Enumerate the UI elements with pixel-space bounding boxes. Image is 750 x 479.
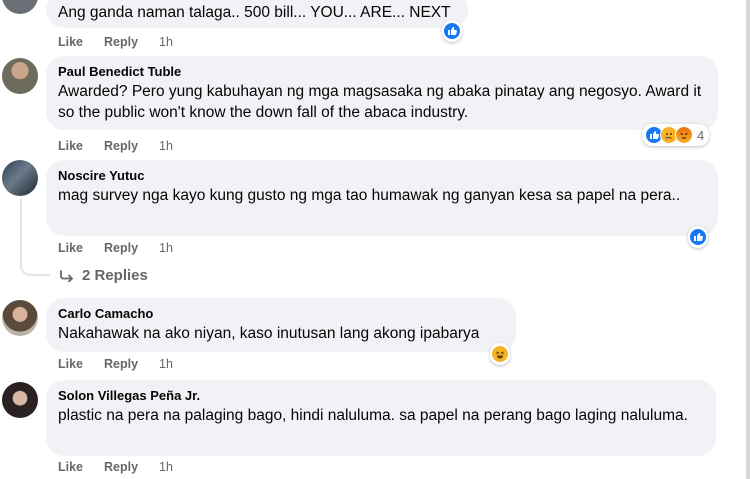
comment-bubble: Noscire Yutuc mag survey nga kayo kung g… [46,160,718,236]
avatar[interactable] [2,300,38,336]
comment-actions: Like Reply 1h [58,459,173,475]
comment-actions: Like Reply 1h [58,138,173,154]
reply-button[interactable]: Reply [104,357,138,371]
reaction-count: 4 [697,127,705,143]
like-button[interactable]: Like [58,357,83,371]
comment-text: plastic na pera na palaging bago, hindi … [58,407,688,424]
like-button[interactable]: Like [58,460,83,474]
comment-text: Awarded? Pero yung kabuhayan ng mga mags… [58,83,702,121]
scrollbar-track[interactable] [746,0,750,479]
comment-text: mag survey nga kayo kung gusto ng mga ta… [58,187,681,204]
thread-line [20,198,22,258]
like-reaction-icon [689,228,707,246]
comment-bubble: Ang ganda naman talaga.. 500 bill... YOU… [46,0,468,28]
comment-text: Nakahawak na ako niyan, kaso inutusan la… [58,325,480,342]
like-reaction-icon [443,22,461,40]
haha-reaction-icon [491,345,509,363]
reply-button[interactable]: Reply [104,139,138,153]
comment-bubble: Paul Benedict Tuble Awarded? Pero yung k… [46,56,718,130]
comment-text: Ang ganda naman talaga.. 500 bill... YOU… [58,4,451,21]
avatar[interactable] [2,160,38,196]
timestamp[interactable]: 1h [159,241,173,255]
timestamp[interactable]: 1h [159,35,173,49]
avatar[interactable] [2,58,38,94]
comment-author[interactable]: Carlo Camacho [58,306,504,322]
reaction-summary[interactable]: 4 [642,124,710,146]
comment-actions: Like Reply 1h [58,356,173,372]
avatar[interactable] [2,0,38,14]
timestamp[interactable]: 1h [159,460,173,474]
comment-actions: Like Reply 1h [58,240,173,256]
replies-label[interactable]: 2 Replies [82,267,148,284]
reaction-summary[interactable] [688,226,708,248]
like-button[interactable]: Like [58,241,83,255]
reply-button[interactable]: Reply [104,35,138,49]
comment-bubble: Solon Villegas Peña Jr. plastic na pera … [46,380,716,456]
angry-reaction-icon [675,126,693,144]
comment-author[interactable]: Solon Villegas Peña Jr. [58,388,704,404]
comment-author[interactable]: Noscire Yutuc [58,168,706,184]
reply-arrow-icon [60,269,73,282]
comment-actions: Like Reply 1h [58,34,173,50]
reply-button[interactable]: Reply [104,460,138,474]
reply-button[interactable]: Reply [104,241,138,255]
reaction-summary[interactable] [490,343,510,365]
like-button[interactable]: Like [58,35,83,49]
view-replies-link[interactable]: 2 Replies [60,267,148,284]
comment-author[interactable]: Paul Benedict Tuble [58,64,706,80]
avatar[interactable] [2,382,38,418]
timestamp[interactable]: 1h [159,357,173,371]
reaction-summary[interactable] [442,20,462,42]
thread-connector [20,258,50,276]
timestamp[interactable]: 1h [159,139,173,153]
comment-bubble: Carlo Camacho Nakahawak na ako niyan, ka… [46,298,516,352]
like-button[interactable]: Like [58,139,83,153]
